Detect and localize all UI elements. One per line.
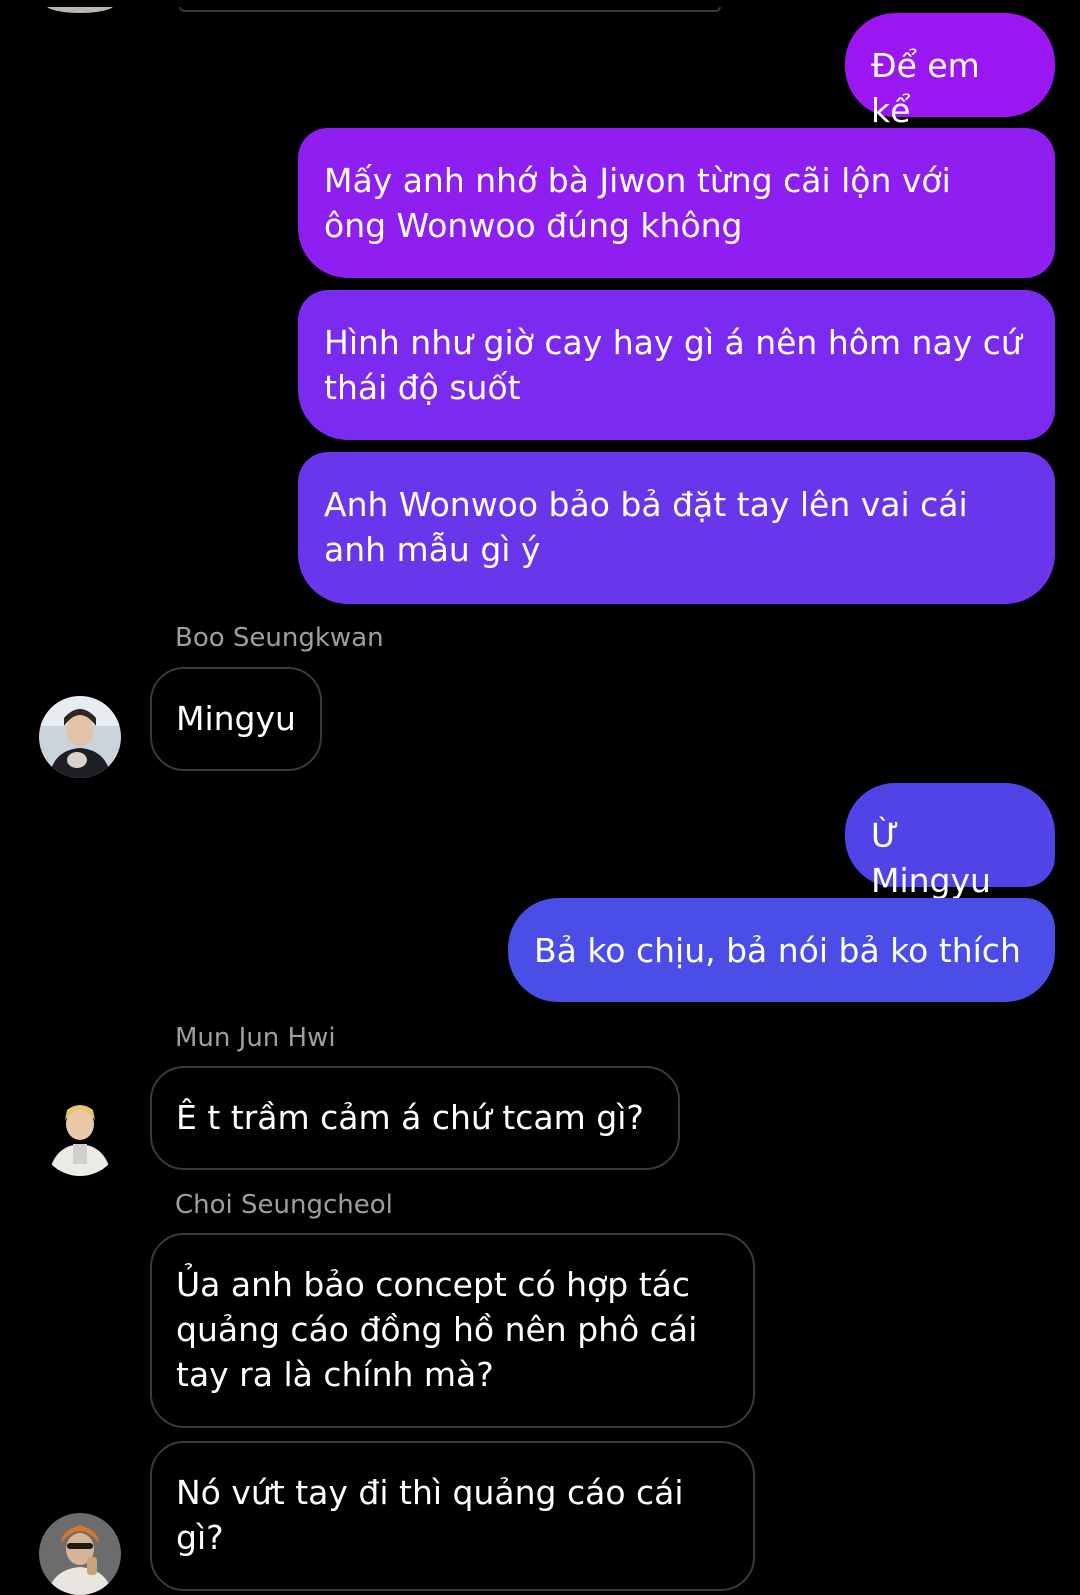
incoming-message[interactable]: Ê t trầm cảm á chứ tcam gì? xyxy=(150,1066,680,1170)
outgoing-message[interactable]: Mấy anh nhớ bà Jiwon từng cãi lộn với ôn… xyxy=(298,128,1055,278)
incoming-message[interactable]: Ủa anh bảo concept có hợp tác quảng cáo … xyxy=(150,1233,755,1428)
outgoing-message[interactable]: Anh Wonwoo bảo bả đặt tay lên vai cái an… xyxy=(298,452,1055,604)
message-text: anh mẫu gì ý xyxy=(324,530,541,569)
incoming-message[interactable]: Mingyu xyxy=(150,667,322,771)
user-avatar-photo xyxy=(39,1513,121,1595)
avatar-edge xyxy=(46,0,114,13)
message-text: gì? xyxy=(176,1518,224,1557)
message-text: Mấy anh nhớ bà Jiwon từng cãi lộn với xyxy=(324,161,951,200)
outgoing-message[interactable]: Hình như giờ cay hay gì á nên hôm nay cứ… xyxy=(298,290,1055,440)
message-text: Ủa anh bảo concept có hợp tác xyxy=(176,1265,690,1304)
message-text: Mingyu xyxy=(176,699,296,738)
sender-name: Choi Seungcheol xyxy=(175,1190,393,1220)
sender-avatar[interactable] xyxy=(39,1094,121,1176)
incoming-message[interactable]: Nó vứt tay đi thì quảng cáo cái gì? xyxy=(150,1441,755,1591)
message-text: quảng cáo đồng hồ nên phô cái xyxy=(176,1310,698,1349)
sender-avatar[interactable] xyxy=(39,696,121,778)
message-text: Ừ Mingyu xyxy=(871,816,991,900)
sender-name: Boo Seungkwan xyxy=(175,623,384,653)
outgoing-message[interactable]: Bả ko chịu, bả nói bả ko thích xyxy=(508,898,1055,1002)
bubble-edge xyxy=(179,2,721,12)
message-text: Nó vứt tay đi thì quảng cáo cái xyxy=(176,1473,684,1512)
user-avatar-photo xyxy=(39,1094,121,1176)
previous-message-fragment xyxy=(0,0,1080,13)
sender-name: Mun Jun Hwi xyxy=(175,1023,336,1053)
user-avatar-photo xyxy=(39,696,121,778)
message-text: Hình như giờ cay hay gì á nên hôm nay cứ xyxy=(324,323,1022,362)
message-text: thái độ suốt xyxy=(324,368,521,407)
message-text: Anh Wonwoo bảo bả đặt tay lên vai cái xyxy=(324,485,968,524)
message-text: Bả ko chịu, bả nói bả ko thích xyxy=(534,931,1021,970)
outgoing-message[interactable]: Để em kể xyxy=(845,13,1055,130)
message-text: ông Wonwoo đúng không xyxy=(324,206,743,245)
sender-avatar[interactable] xyxy=(39,1513,121,1595)
outgoing-message[interactable]: Ừ Mingyu xyxy=(845,783,1055,900)
message-text: tay ra là chính mà? xyxy=(176,1355,494,1394)
message-text: Để em kể xyxy=(871,46,980,130)
message-text: Ê t trầm cảm á chứ tcam gì? xyxy=(176,1098,644,1137)
